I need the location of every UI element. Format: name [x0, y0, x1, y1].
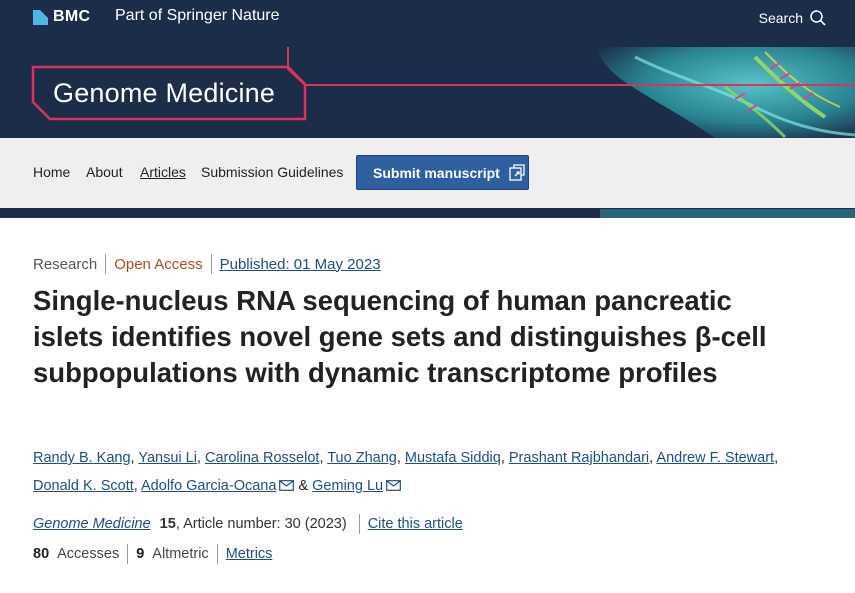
published-date[interactable]: Published: 01 May 2023 [220, 256, 381, 273]
email-icon[interactable] [386, 480, 401, 491]
springer-tagline[interactable]: Part of Springer Nature [115, 7, 280, 25]
journal-name-link[interactable]: Genome Medicine [33, 516, 151, 532]
top-bar: BMC Part of Springer Nature Search [0, 0, 855, 47]
external-submit-icon [509, 164, 525, 181]
article-type: Research [33, 255, 98, 273]
author-link[interactable]: Donald K. Scott [33, 478, 134, 494]
divider [210, 254, 212, 274]
stripe-art [0, 209, 855, 220]
journal-title[interactable]: Genome Medicine [53, 78, 275, 109]
bmc-logo[interactable]: BMC [33, 8, 91, 25]
search-button[interactable]: Search [759, 9, 827, 27]
bmc-logo-icon [33, 9, 48, 25]
open-access-label: Open Access [114, 255, 203, 273]
search-label: Search [758, 10, 803, 26]
divider [127, 544, 129, 564]
author-separator: & [298, 478, 309, 494]
journal-nav: Home About Articles Submission Guideline… [0, 138, 855, 208]
author-link[interactable]: Yansui Li [138, 450, 197, 466]
search-icon [810, 10, 826, 26]
nav-home[interactable]: Home [33, 164, 70, 180]
nav-submission-guidelines[interactable]: Submission Guidelines [201, 164, 343, 180]
author-link[interactable]: Adolfo Garcia-Ocana [141, 478, 276, 494]
author-link[interactable]: Carolina Rosselot [205, 450, 319, 466]
altmetric-count: 9 [136, 546, 145, 562]
accesses-label: Accesses [57, 546, 120, 562]
author-list: Randy B. Kang, Yansui Li, Carolina Rosse… [33, 450, 779, 494]
author-link[interactable]: Andrew F. Stewart [656, 450, 774, 466]
nav-articles[interactable]: Articles [140, 164, 186, 180]
metrics-link[interactable]: Metrics [226, 546, 273, 562]
author-link[interactable]: Randy B. Kang [33, 450, 131, 466]
divider [358, 514, 360, 534]
journal-banner: Genome Medicine [0, 47, 855, 138]
article-meta: Research Open Access Published: 01 May 2… [33, 254, 381, 274]
cite-this-article-link[interactable]: Cite this article [368, 516, 463, 532]
nav-about[interactable]: About [86, 164, 123, 180]
author-link[interactable]: Tuo Zhang [327, 450, 397, 466]
email-icon[interactable] [279, 480, 295, 491]
author-link[interactable]: Geming Lu [312, 478, 383, 494]
article-number: , Article number: 30 (2023) [175, 516, 347, 532]
banner-stripe [0, 208, 855, 220]
divider [216, 544, 218, 564]
submit-manuscript-button[interactable]: Submit manuscript [356, 155, 529, 190]
accesses-count: 80 [33, 546, 50, 562]
author-link[interactable]: Prashant Rajbhandari [509, 450, 649, 466]
article-title: Single-nucleus RNA sequencing of human p… [33, 285, 767, 388]
article-metrics: 80 Accesses 9 Altmetric Metrics [33, 544, 272, 564]
author-link[interactable]: Mustafa Siddiq [405, 450, 501, 466]
citation-line: Genome Medicine 15 , Article number: 30 … [33, 514, 463, 534]
submit-manuscript-label: Submit manuscript [373, 164, 500, 181]
divider [105, 254, 107, 274]
altmetric-label: Altmetric [152, 546, 209, 562]
volume-number: 15 [159, 516, 176, 532]
bmc-logo-text: BMC [53, 8, 91, 25]
